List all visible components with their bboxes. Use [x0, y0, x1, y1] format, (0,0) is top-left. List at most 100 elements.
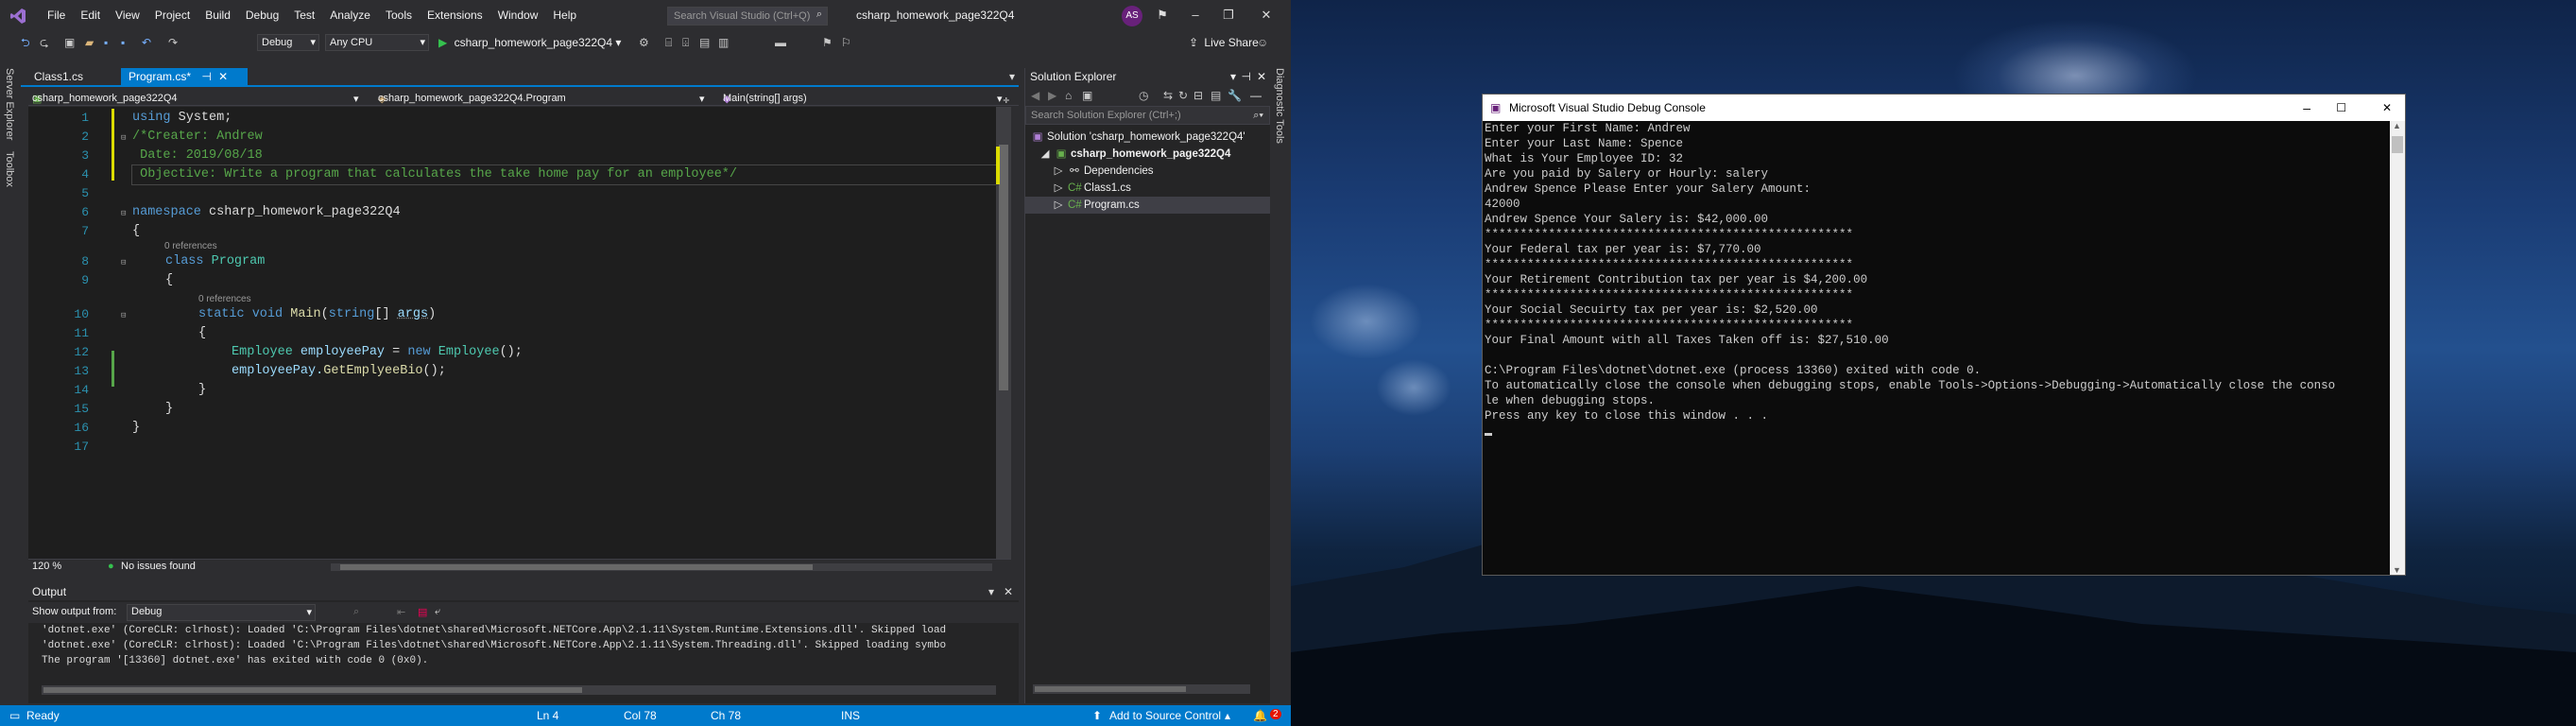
close-icon[interactable]: ✕	[218, 70, 228, 83]
editor-vertical-scrollbar[interactable]	[996, 107, 1011, 559]
expand-icon[interactable]: ▷	[1052, 163, 1065, 180]
scroll-up-icon[interactable]: ▲	[2393, 121, 2401, 130]
zoom-level[interactable]: 120 %	[32, 561, 61, 572]
tab-program[interactable]: Program.cs* ⊣ ✕	[121, 68, 248, 85]
split-icon[interactable]: ✛	[1003, 94, 1009, 107]
toolbar-icon-4[interactable]: ▤	[699, 35, 710, 50]
console-vertical-scrollbar[interactable]: ▲ ▼	[2390, 121, 2405, 575]
show-all-icon[interactable]: ▤	[1211, 88, 1221, 103]
tree-item-project[interactable]: ◢ ▣ csharp_homework_page322Q4	[1025, 146, 1270, 163]
bookmark-next-icon[interactable]: ⚐	[841, 35, 851, 50]
close-icon[interactable]: ✕	[1004, 583, 1013, 600]
scroll-down-icon[interactable]: ▼	[2393, 565, 2401, 575]
expand-icon[interactable]: ▷	[1052, 180, 1065, 197]
collapse-icon[interactable]: ⊟	[121, 311, 126, 320]
server-explorer-tab[interactable]: Server Explorer	[4, 68, 15, 140]
menu-debug[interactable]: Debug	[238, 9, 286, 22]
code-editor[interactable]: 1 2 3 4 5 6 7 8 9 10 11 12 13 14 15 16 1…	[28, 95, 1011, 559]
chevron-down-icon[interactable]: ▾	[1230, 68, 1236, 85]
issues-label[interactable]: No issues found	[121, 561, 196, 572]
output-horizontal-scrollbar[interactable]	[42, 685, 996, 695]
notifications-icon[interactable]: 🔔	[1253, 709, 1267, 722]
feedback-icon[interactable]: ☺	[1257, 35, 1268, 50]
menu-analyze[interactable]: Analyze	[322, 9, 378, 22]
menu-tools[interactable]: Tools	[378, 9, 420, 22]
preview-icon[interactable]: —	[1250, 88, 1262, 103]
tree-item-dependencies[interactable]: ▷ ⚯ Dependencies	[1025, 163, 1270, 180]
menu-extensions[interactable]: Extensions	[420, 9, 490, 22]
undo-icon[interactable]: ↶	[142, 35, 151, 50]
redo-icon[interactable]: ↷	[168, 35, 178, 50]
menu-help[interactable]: Help	[545, 9, 584, 22]
forward-icon[interactable]: ⮎	[40, 35, 49, 50]
tree-item-program[interactable]: ▷ C# Program.cs	[1025, 197, 1270, 214]
menu-test[interactable]: Test	[286, 9, 322, 22]
comment-icon[interactable]: ▬	[775, 35, 786, 50]
save-icon[interactable]: ▪	[104, 35, 108, 50]
word-wrap-icon[interactable]: ⤶	[435, 606, 440, 618]
sync-icon[interactable]: ⇆	[1163, 88, 1173, 103]
configuration-dropdown[interactable]: Debug ▾	[257, 34, 319, 51]
scrollbar-thumb[interactable]	[2392, 136, 2403, 153]
toolbar-icon-3[interactable]: ⌹	[682, 35, 689, 50]
start-debugging-button[interactable]: ▶ csharp_homework_page322Q4 ▾	[438, 35, 621, 50]
properties-icon[interactable]: 🔧	[1228, 88, 1242, 103]
toolbar-icon-5[interactable]: ▥	[718, 35, 729, 50]
tree-item-solution[interactable]: ▣ Solution 'csharp_homework_page322Q4'	[1025, 129, 1270, 146]
solution-search-input[interactable]: Search Solution Explorer (Ctrl+;) ⌕▾	[1025, 106, 1270, 125]
platform-dropdown[interactable]: Any CPU ▾	[325, 34, 429, 51]
tab-class1[interactable]: Class1.cs	[26, 68, 91, 85]
expand-icon[interactable]: ◢	[1039, 146, 1052, 163]
feedback-icon[interactable]: ⚑	[1148, 6, 1176, 26]
tree-item-class1[interactable]: ▷ C# Class1.cs	[1025, 180, 1270, 197]
collapse-icon[interactable]: ⊟	[121, 258, 126, 268]
show-output-dropdown[interactable]: Debug ▾	[127, 604, 316, 621]
solution-horizontal-scrollbar[interactable]	[1033, 684, 1250, 694]
codelens-references[interactable]: 0 references	[164, 241, 217, 251]
pin-icon[interactable]: ⊣	[201, 70, 211, 83]
history-icon[interactable]: ◷	[1139, 88, 1148, 103]
expand-icon[interactable]: ▷	[1052, 197, 1065, 214]
console-output[interactable]: Enter your First Name: Andrew Enter your …	[1483, 121, 2390, 575]
clear-all-icon[interactable]: ⇤	[397, 606, 405, 618]
collapse-icon[interactable]: ⊟	[121, 133, 126, 143]
chevron-down-icon[interactable]: ▾	[1009, 70, 1015, 83]
menu-window[interactable]: Window	[490, 9, 546, 22]
save-all-icon[interactable]: ▪	[121, 35, 125, 50]
live-share-button[interactable]: ⇪ Live Share	[1189, 35, 1259, 50]
toolbar-icon-1[interactable]: ⚙	[639, 35, 649, 50]
menu-edit[interactable]: Edit	[73, 9, 108, 22]
maximize-button[interactable]: ☐	[2336, 95, 2346, 121]
menu-project[interactable]: Project	[147, 9, 197, 22]
diagnostic-tools-tab[interactable]: Diagnostic Tools	[1274, 68, 1285, 144]
new-item-icon[interactable]: ▣	[64, 35, 75, 50]
add-to-source-control-button[interactable]: Add to Source Control	[1109, 709, 1221, 722]
pin-icon[interactable]: ⊣	[1242, 68, 1251, 85]
bookmark-icon[interactable]: ⚑	[822, 35, 833, 50]
close-button[interactable]: ✕	[2382, 95, 2392, 121]
scrollbar-thumb[interactable]	[999, 145, 1008, 390]
codelens-references[interactable]: 0 references	[198, 294, 251, 304]
back-icon[interactable]: ⮌	[21, 35, 30, 50]
switch-views-icon[interactable]: ▣	[1082, 88, 1092, 103]
find-icon[interactable]: ⌕	[353, 606, 359, 618]
collapse-icon[interactable]: ⊟	[121, 209, 126, 218]
home-icon[interactable]: ⌂	[1065, 88, 1072, 103]
menu-build[interactable]: Build	[197, 9, 238, 22]
toolbox-tab[interactable]: Toolbox	[4, 151, 15, 187]
close-icon[interactable]: ✕	[1257, 68, 1266, 85]
menu-view[interactable]: View	[108, 9, 147, 22]
clear-icon[interactable]: ▤	[418, 606, 427, 618]
close-button[interactable]: ✕	[1252, 6, 1280, 26]
back-icon[interactable]: ◀	[1031, 88, 1039, 103]
editor-horizontal-scrollbar[interactable]	[331, 563, 992, 571]
maximize-button[interactable]: ❐	[1214, 6, 1243, 26]
search-input[interactable]: Search Visual Studio (Ctrl+Q) ⌕	[667, 7, 828, 26]
minimize-button[interactable]: –	[2303, 95, 2310, 121]
pin-icon[interactable]: ▾	[988, 583, 994, 600]
minimize-button[interactable]: –	[1181, 6, 1210, 26]
collapse-all-icon[interactable]: ⊟	[1194, 88, 1203, 103]
menu-file[interactable]: File	[40, 9, 73, 22]
avatar[interactable]: AS	[1122, 6, 1142, 26]
forward-icon[interactable]: ▶	[1048, 88, 1056, 103]
